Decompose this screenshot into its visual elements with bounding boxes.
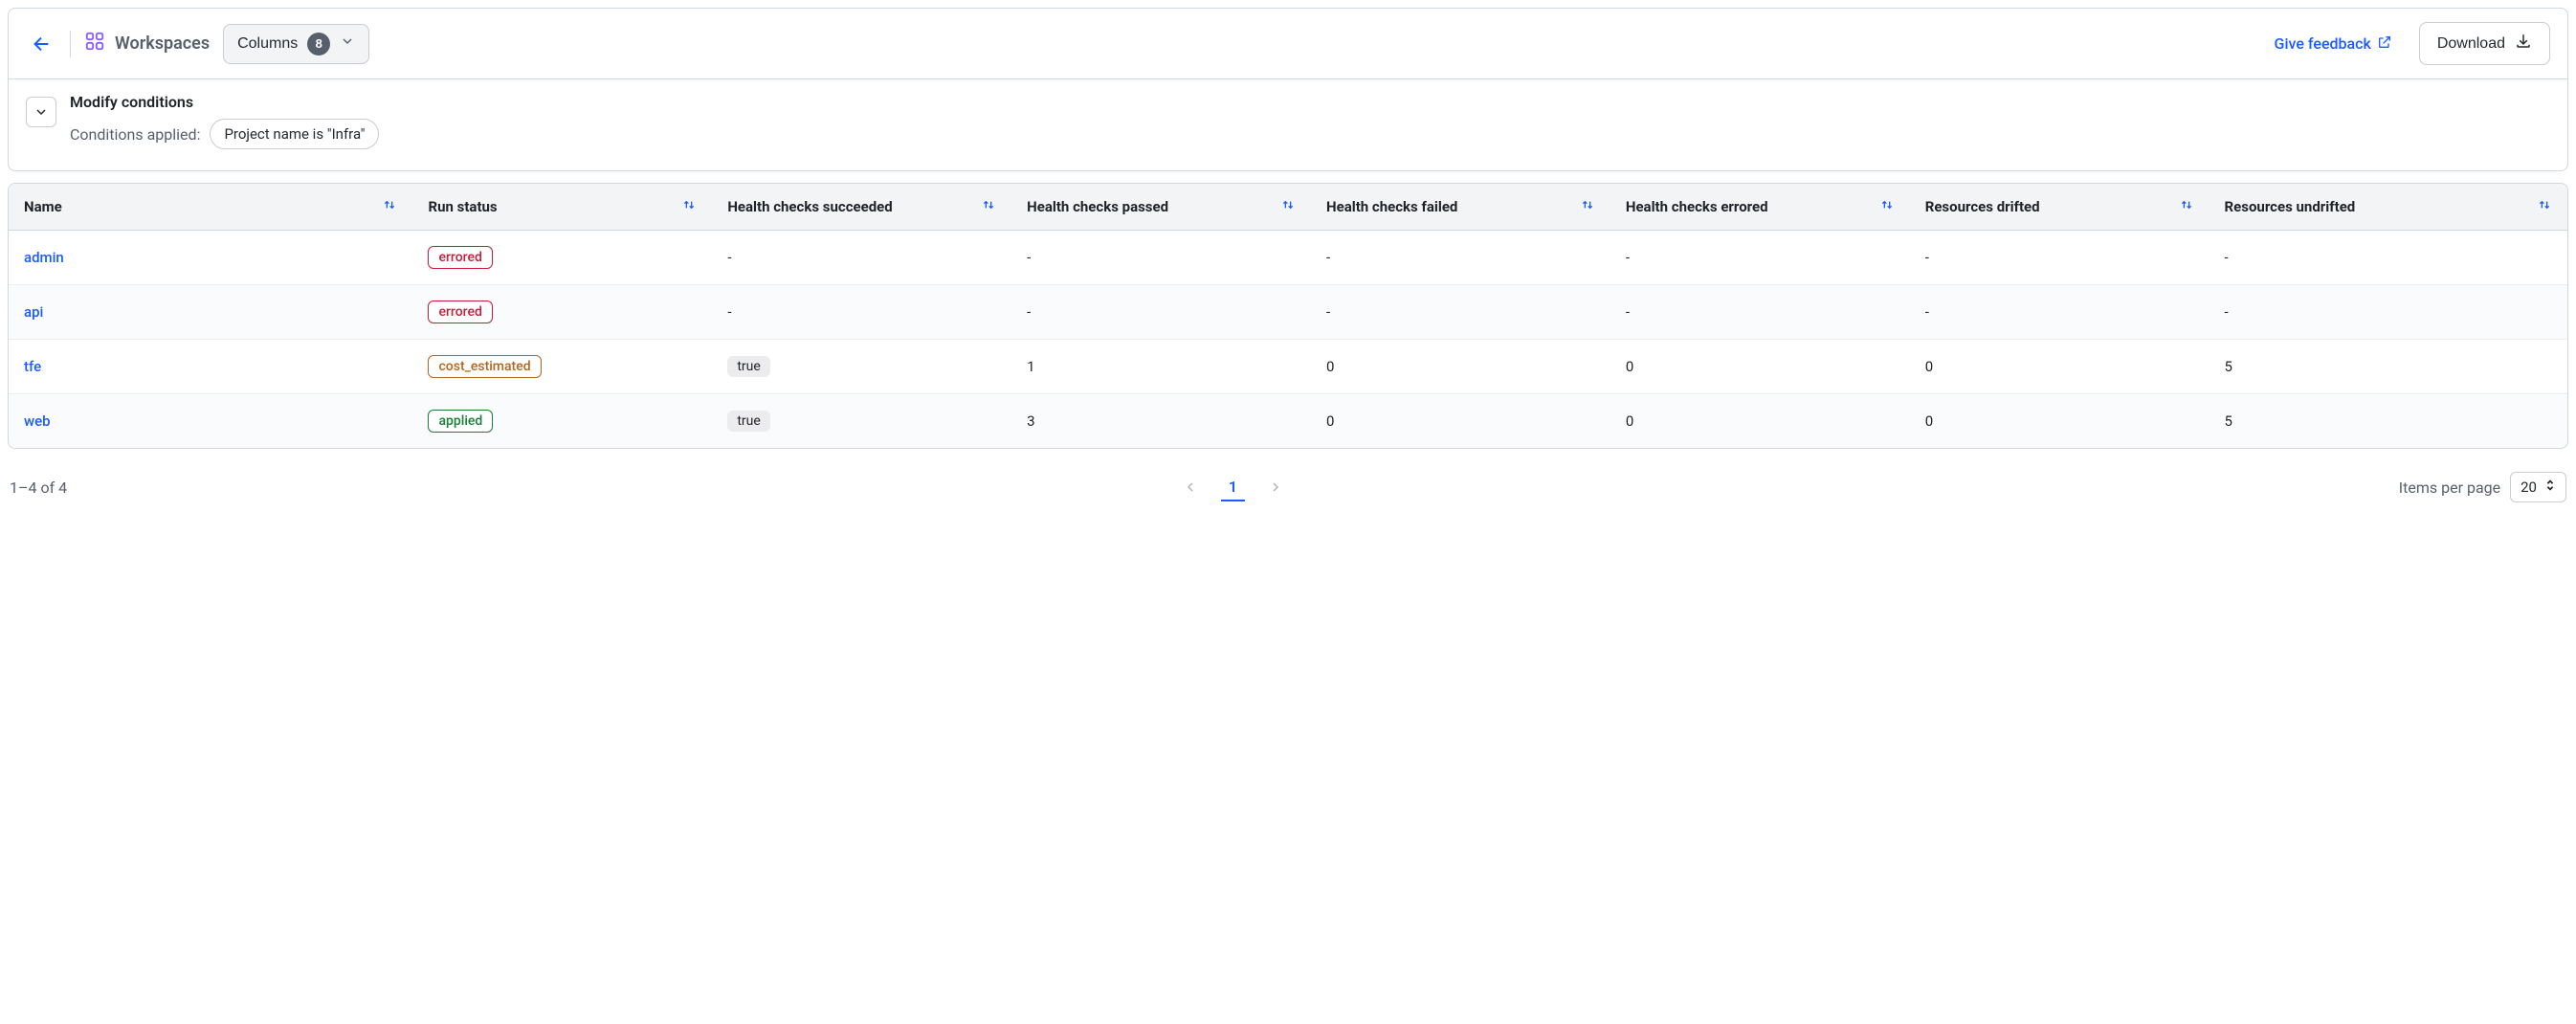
workspaces-title: Workspaces	[115, 33, 210, 54]
back-button[interactable]	[26, 29, 56, 59]
workspaces-table: Name Run status Health checks succeeded …	[8, 183, 2568, 449]
resources-drifted-value: -	[1910, 285, 2210, 340]
sort-icon	[382, 197, 397, 216]
table-row: adminerrored------	[9, 231, 2567, 285]
sort-icon	[681, 197, 697, 216]
condition-chip[interactable]: Project name is "Infra"	[210, 119, 379, 149]
run-status-badge: cost_estimated	[428, 355, 541, 378]
hc-succeeded-value: true	[727, 411, 769, 432]
pagination-range: 1–4 of 4	[10, 479, 67, 497]
resources-drifted-value: 0	[1910, 340, 2210, 394]
hc-failed-value: 0	[1311, 340, 1610, 394]
run-status-badge: applied	[428, 410, 493, 433]
workspaces-label: Workspaces	[84, 31, 210, 56]
workspace-name-link[interactable]: admin	[24, 249, 64, 266]
hc-succeeded-value: -	[712, 285, 1011, 340]
chevron-right-icon	[1268, 479, 1283, 495]
hc-passed-value: -	[1011, 285, 1311, 340]
sort-icon	[1879, 197, 1895, 216]
items-per-page-value: 20	[2520, 479, 2537, 496]
col-header-hc-failed[interactable]: Health checks failed	[1311, 184, 1610, 231]
workspace-name-link[interactable]: api	[24, 303, 43, 321]
resources-drifted-value: 0	[1910, 394, 2210, 449]
page-number-current[interactable]: 1	[1221, 474, 1245, 501]
hc-failed-value: -	[1311, 285, 1610, 340]
columns-count-badge: 8	[307, 33, 330, 56]
col-header-hc-passed[interactable]: Health checks passed	[1011, 184, 1311, 231]
items-per-page-label: Items per page	[2399, 479, 2500, 497]
hc-passed-value: 3	[1011, 394, 1311, 449]
hc-errored-value: 0	[1610, 394, 1910, 449]
conditions-title: Modify conditions	[70, 93, 379, 111]
run-status-badge: errored	[428, 301, 492, 323]
table-header-row: Name Run status Health checks succeeded …	[9, 184, 2567, 231]
col-header-hc-succeeded[interactable]: Health checks succeeded	[712, 184, 1011, 231]
hc-failed-value: -	[1311, 231, 1610, 285]
give-feedback-label: Give feedback	[2275, 34, 2371, 53]
hc-errored-value: -	[1610, 285, 1910, 340]
conditions-bar: Modify conditions Conditions applied: Pr…	[9, 79, 2567, 170]
workspace-name-link[interactable]: tfe	[24, 358, 41, 375]
table-row: apierrored------	[9, 285, 2567, 340]
items-per-page-select[interactable]: 20	[2510, 472, 2566, 502]
resources-undrifted-value: 5	[2210, 340, 2567, 394]
columns-button[interactable]: Columns 8	[223, 24, 369, 64]
download-button[interactable]: Download	[2419, 22, 2550, 65]
table-row: tfecost_estimatedtrue10005	[9, 340, 2567, 394]
resources-undrifted-value: -	[2210, 231, 2567, 285]
col-header-hc-errored[interactable]: Health checks errored	[1610, 184, 1910, 231]
workspace-name-link[interactable]: web	[24, 412, 51, 430]
col-header-run-status[interactable]: Run status	[412, 184, 712, 231]
hc-passed-value: 1	[1011, 340, 1311, 394]
conditions-applied-label: Conditions applied:	[70, 125, 200, 144]
col-header-drifted[interactable]: Resources drifted	[1910, 184, 2210, 231]
hc-passed-value: -	[1011, 231, 1311, 285]
resources-undrifted-value: -	[2210, 285, 2567, 340]
arrow-left-icon	[31, 33, 52, 55]
pager: 1	[1181, 474, 1285, 501]
col-header-name[interactable]: Name	[9, 184, 412, 231]
hc-errored-value: 0	[1610, 340, 1910, 394]
expand-conditions-button[interactable]	[26, 97, 56, 127]
hc-failed-value: 0	[1311, 394, 1610, 449]
sort-icon	[2537, 197, 2552, 216]
chevron-left-icon	[1183, 479, 1198, 495]
download-icon	[2515, 33, 2532, 55]
hc-errored-value: -	[1610, 231, 1910, 285]
sort-icon	[981, 197, 996, 216]
run-status-badge: errored	[428, 246, 492, 269]
download-button-label: Download	[2437, 35, 2505, 53]
external-link-icon	[2377, 34, 2392, 54]
header-panel: Workspaces Columns 8 Give feedback Downl…	[8, 8, 2568, 171]
hc-succeeded-value: true	[727, 356, 769, 377]
topbar: Workspaces Columns 8 Give feedback Downl…	[9, 9, 2567, 78]
sort-icon	[2179, 197, 2194, 216]
resources-undrifted-value: 5	[2210, 394, 2567, 449]
sort-icon	[1280, 197, 1296, 216]
prev-page-button[interactable]	[1181, 478, 1200, 497]
resources-drifted-value: -	[1910, 231, 2210, 285]
stepper-icon	[2544, 479, 2556, 496]
table-footer: 1–4 of 4 1 Items per page 20	[8, 449, 2568, 506]
chevron-down-icon	[33, 104, 49, 120]
workspaces-icon	[84, 31, 105, 56]
col-header-undrifted[interactable]: Resources undrifted	[2210, 184, 2567, 231]
divider	[70, 31, 71, 57]
columns-button-label: Columns	[237, 35, 298, 53]
sort-icon	[1580, 197, 1595, 216]
give-feedback-link[interactable]: Give feedback	[2275, 34, 2392, 54]
hc-succeeded-value: -	[712, 231, 1011, 285]
table-row: webappliedtrue30005	[9, 394, 2567, 449]
chevron-down-icon	[340, 33, 355, 54]
next-page-button[interactable]	[1266, 478, 1285, 497]
